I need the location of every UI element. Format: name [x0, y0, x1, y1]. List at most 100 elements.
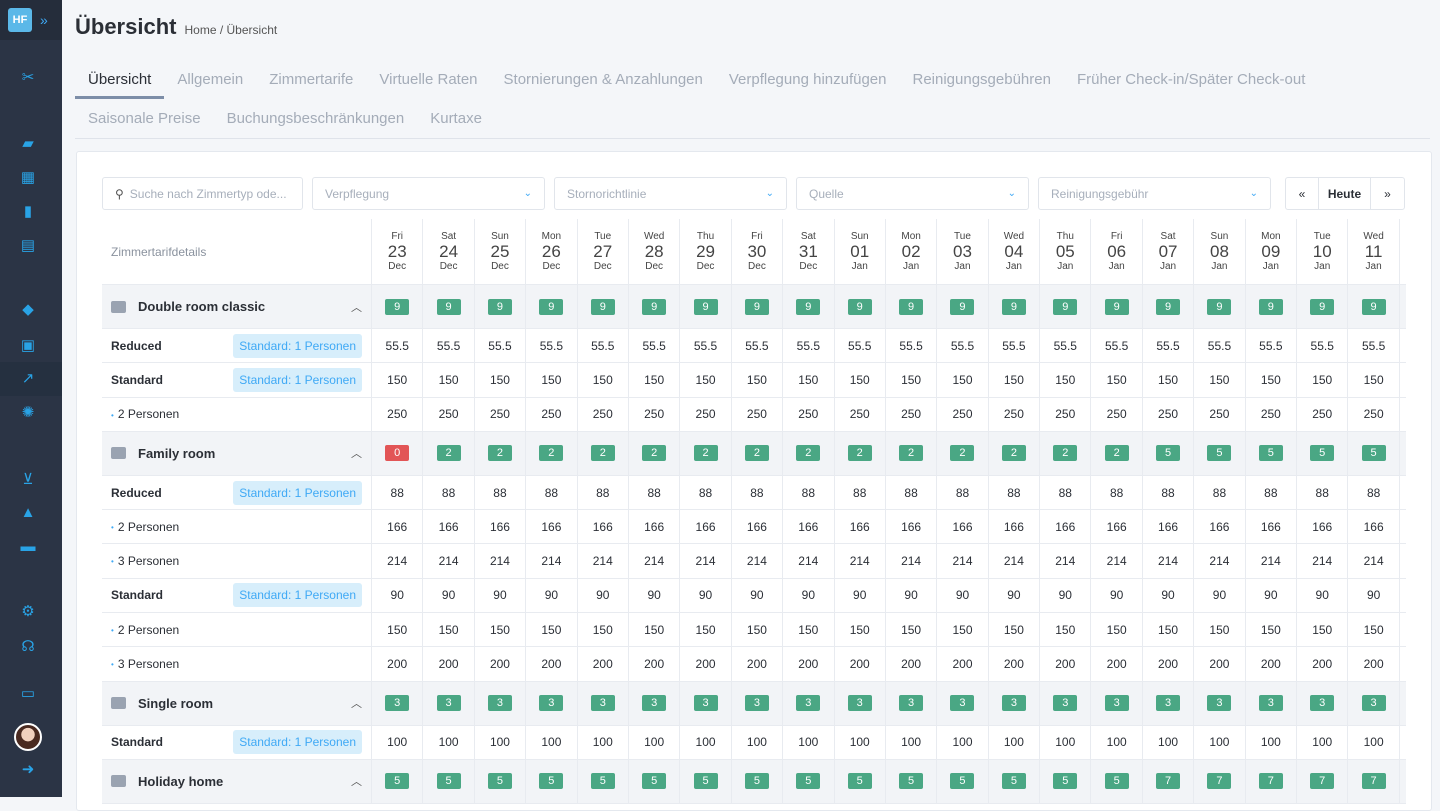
availability-cell[interactable]: 2	[423, 431, 475, 475]
price-cell[interactable]: 150	[732, 613, 784, 647]
price-cell[interactable]: 88	[1143, 475, 1195, 510]
availability-cell[interactable]: 9	[475, 285, 527, 328]
price-cell[interactable]: 88	[989, 475, 1041, 510]
availability-cell[interactable]: 9	[1143, 285, 1195, 328]
price-cell[interactable]: 166	[578, 510, 629, 544]
availability-cell[interactable]: 2	[989, 431, 1041, 475]
price-cell[interactable]: 250	[578, 397, 629, 431]
price-cell[interactable]: 166	[475, 510, 527, 544]
price-cell[interactable]: 100	[783, 725, 835, 759]
price-cell[interactable]: 100	[680, 725, 732, 759]
price-cell[interactable]: 55.5	[886, 329, 938, 363]
price-cell[interactable]: 100	[937, 725, 989, 759]
price-cell[interactable]: 150	[1297, 613, 1349, 647]
price-cell[interactable]: 214	[989, 544, 1041, 578]
availability-cell[interactable]: 3	[578, 681, 629, 725]
price-cell[interactable]: 90	[1297, 578, 1349, 613]
price-cell[interactable]: 250	[1040, 397, 1092, 431]
price-cell[interactable]: 200	[629, 647, 681, 681]
price-cell[interactable]: 90	[989, 578, 1041, 613]
price-cell[interactable]: 90	[372, 578, 424, 613]
price-cell[interactable]: 55.5	[680, 329, 732, 363]
price-cell[interactable]: 200	[1297, 647, 1349, 681]
price-cell[interactable]: 55.5	[937, 329, 989, 363]
price-cell[interactable]: 90	[835, 578, 886, 613]
availability-cell[interactable]: 3	[629, 681, 681, 725]
price-cell[interactable]: 150	[732, 363, 784, 397]
chat-icon[interactable]: ▬	[19, 539, 37, 555]
price-cell[interactable]: 200	[937, 647, 989, 681]
price-cell[interactable]: 90	[886, 578, 938, 613]
price-cell[interactable]: 150	[1194, 613, 1246, 647]
availability-cell[interactable]: 3	[1143, 681, 1195, 725]
price-cell[interactable]: 166	[629, 510, 681, 544]
availability-cell[interactable]: 9	[526, 285, 578, 328]
availability-cell[interactable]: 2	[1040, 431, 1092, 475]
price-cell[interactable]: 214	[423, 544, 475, 578]
price-cell[interactable]: 55.5	[629, 329, 681, 363]
price-cell[interactable]: 90	[1194, 578, 1246, 613]
price-cell[interactable]: 200	[1246, 647, 1298, 681]
price-cell[interactable]: 100	[578, 725, 629, 759]
price-cell[interactable]: 150	[1143, 613, 1195, 647]
price-cell[interactable]: 166	[886, 510, 938, 544]
tab-verpflegung-hinzufügen[interactable]: Verpflegung hinzufügen	[716, 60, 900, 99]
availability-cell[interactable]: 5	[1297, 431, 1349, 475]
availability-cell[interactable]: 2	[886, 431, 938, 475]
price-cell[interactable]: 88	[783, 475, 835, 510]
availability-cell[interactable]: 0	[372, 431, 424, 475]
price-cell[interactable]: 250	[835, 397, 886, 431]
price-cell[interactable]: 200	[835, 647, 886, 681]
price-cell[interactable]: 166	[1091, 510, 1143, 544]
occupancy-tag[interactable]: Standard: 1 Personen	[233, 480, 362, 505]
price-cell[interactable]: 100	[629, 725, 681, 759]
price-cell[interactable]: 214	[1091, 544, 1143, 578]
price-cell[interactable]: 55.5	[372, 329, 424, 363]
messages-icon[interactable]: ▭	[19, 686, 37, 702]
price-cell[interactable]: 88	[629, 475, 681, 510]
book-icon[interactable]: ▮	[19, 204, 37, 220]
price-cell[interactable]: 150	[1194, 363, 1246, 397]
price-cell[interactable]: 55.5	[1091, 329, 1143, 363]
price-cell[interactable]: 55.5	[1143, 329, 1195, 363]
price-cell[interactable]: 250	[1297, 397, 1349, 431]
date-column-header[interactable]: Thu 29 Dec	[680, 219, 732, 284]
price-cell[interactable]: 150	[989, 363, 1041, 397]
price-cell[interactable]: 250	[732, 397, 784, 431]
price-cell[interactable]: 200	[423, 647, 475, 681]
price-cell[interactable]: 214	[372, 544, 424, 578]
tag-icon[interactable]: ◆	[19, 302, 37, 318]
price-cell[interactable]: 150	[835, 363, 886, 397]
cleaning-select[interactable]: Reinigungsgebühr ⌄	[1038, 177, 1271, 210]
price-cell[interactable]: 166	[732, 510, 784, 544]
price-cell[interactable]: 90	[578, 578, 629, 613]
availability-cell[interactable]: 3	[475, 681, 527, 725]
room-label[interactable]: Family room ︿	[102, 431, 372, 475]
price-cell[interactable]: 166	[937, 510, 989, 544]
price-cell[interactable]: 214	[629, 544, 681, 578]
availability-cell[interactable]: 9	[1040, 285, 1092, 328]
chevron-up-icon[interactable]: ︿	[351, 695, 362, 711]
price-cell[interactable]: 150	[783, 613, 835, 647]
price-cell[interactable]: 166	[1348, 510, 1400, 544]
cart-icon[interactable]: ⊻	[19, 472, 37, 488]
availability-cell[interactable]: 3	[989, 681, 1041, 725]
price-cell[interactable]: 88	[475, 475, 527, 510]
price-cell[interactable]: 166	[835, 510, 886, 544]
tab-saisonale-preise[interactable]: Saisonale Preise	[75, 99, 214, 138]
price-cell[interactable]: 88	[680, 475, 732, 510]
availability-cell[interactable]: 9	[578, 285, 629, 328]
date-column-header[interactable]: Sat 31 Dec	[783, 219, 835, 284]
price-cell[interactable]: 150	[372, 613, 424, 647]
price-cell[interactable]: 166	[423, 510, 475, 544]
availability-cell[interactable]: 3	[1091, 681, 1143, 725]
support-icon[interactable]: ☊	[19, 639, 37, 655]
price-cell[interactable]: 214	[1194, 544, 1246, 578]
availability-cell[interactable]: 2	[783, 431, 835, 475]
prev-button[interactable]: «	[1286, 178, 1319, 209]
network-icon[interactable]: ✺	[19, 405, 37, 421]
tab-virtuelle-raten[interactable]: Virtuelle Raten	[366, 60, 490, 99]
price-cell[interactable]: 55.5	[1194, 329, 1246, 363]
price-cell[interactable]: 55.5	[989, 329, 1041, 363]
price-cell[interactable]: 100	[1143, 725, 1195, 759]
